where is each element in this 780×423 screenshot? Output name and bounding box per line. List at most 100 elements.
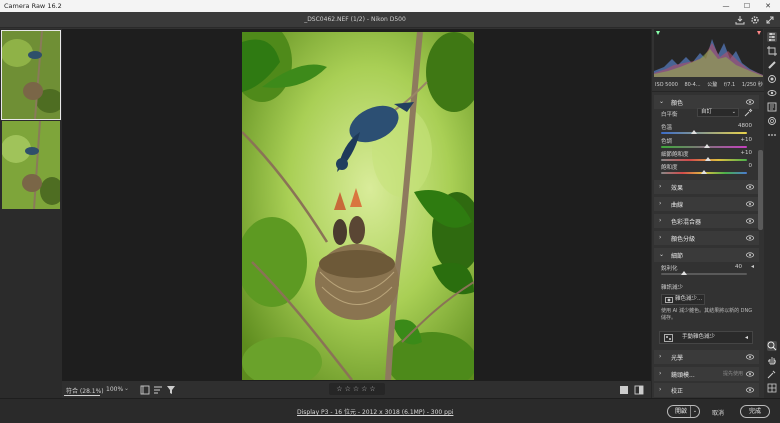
section-title: 光學 [671,355,684,362]
minimize-button[interactable]: — [716,0,736,12]
grid-overlay-icon[interactable] [767,383,777,393]
tint-knob[interactable] [703,144,710,148]
app-title: Camera Raw 16.2 [4,2,62,10]
maximize-button[interactable]: ☐ [737,0,757,12]
workflow-options-link[interactable]: Display P3 - 16 位元 - 2012 x 3018 (6.1MP)… [297,407,453,416]
fullscreen-icon[interactable] [765,15,775,25]
section-detail-header[interactable]: ⌄ 細節 [654,248,759,262]
section-color-grading-header[interactable]: › 顏色分級 [654,231,759,245]
eyedropper-icon[interactable] [744,108,753,117]
camera-exif: ISO 5000 80-4... 公釐 f/7.1 1/250 秒 [655,81,763,88]
temperature-value[interactable]: 4800 [738,123,752,129]
eye-icon[interactable] [746,235,754,241]
section-calibration-header[interactable]: › 校正 [654,383,759,397]
bottom-toolbar: 符合 (28.1%) 100% ⌄ ☆☆☆☆☆ [62,381,651,398]
panel-scrollbar[interactable] [758,150,763,230]
before-after-icon[interactable] [634,385,644,395]
vibrance-knob[interactable] [705,157,712,161]
document-header: _DSC0462.NEF (1/2) - Nikon D500 [0,12,780,28]
preview-photo[interactable] [242,32,474,380]
save-image-icon[interactable] [735,15,745,25]
open-options-dropdown[interactable]: ⌄ [690,406,699,417]
temperature-slider[interactable] [661,132,747,134]
filmstrip-thumbnail[interactable] [2,121,60,209]
section-title: 鏡頭模... [671,372,695,379]
exif-aperture: f/7.1 [723,82,736,88]
image-canvas[interactable] [62,29,651,381]
early-access-badge[interactable]: 提先使用 [723,370,743,377]
chevron-right-icon: › [659,353,662,360]
chevron-right-icon: › [659,200,662,207]
manual-nr-label: 手動雜色減少 [682,334,716,340]
single-view-icon[interactable] [619,385,629,395]
rating-stars[interactable]: ☆☆☆☆☆ [329,383,385,395]
eye-icon[interactable] [746,201,754,207]
section-curve-header[interactable]: › 曲線 [654,197,759,211]
close-window-button[interactable]: ✕ [758,0,778,12]
white-balance-select[interactable]: 自訂 ⌄ [697,108,739,117]
tint-value[interactable]: +10 [740,137,752,143]
section-lens-blur-header[interactable]: › 鏡頭模... 提先使用 [654,367,759,381]
section-color-mixer-header[interactable]: › 色彩混合器 [654,214,759,228]
sharpening-expand-icon[interactable]: ◂ [751,263,754,270]
white-balance-value: 自訂 [701,109,713,115]
temperature-knob[interactable] [690,130,697,134]
sharpening-slider[interactable] [661,273,747,275]
sort-icon[interactable] [153,385,163,395]
manual-noise-reduction-button[interactable]: 手動雜色減少 ◂ [659,331,753,344]
hand-icon[interactable] [767,355,777,365]
section-optics-header[interactable]: › 光學 [654,350,759,364]
section-title: 細節 [671,253,684,260]
eye-icon[interactable] [746,354,754,360]
vibrance-value[interactable]: +10 [740,150,752,156]
zoom-icon[interactable] [767,341,777,351]
snapshots-icon[interactable] [767,116,777,126]
window-titlebar: Camera Raw 16.2 — ☐ ✕ [0,0,780,12]
chevron-right-icon: › [659,386,662,393]
denoise-button[interactable]: 雜色減少... [661,294,705,305]
open-button[interactable]: 開啟 ⌄ [667,405,700,418]
zoom-fit-button[interactable]: 符合 (28.1%) [66,386,104,395]
eye-icon[interactable] [746,99,754,105]
denoise-description: 使用 AI 減少雜色。其結果將以新的 DNG 儲存。 [661,308,753,321]
more-icon[interactable] [767,130,777,140]
eye-icon[interactable] [746,218,754,224]
section-title: 校正 [671,388,684,395]
saturation-knob[interactable] [701,170,707,174]
filmstrip [0,29,62,398]
exif-iso: ISO 5000 [655,82,678,88]
section-title: 效果 [671,185,684,192]
edit-sliders-icon[interactable] [767,32,777,42]
histogram [654,29,763,77]
sharpening-label: 銳利化 [661,266,678,272]
eye-icon[interactable] [746,387,754,393]
eye-icon[interactable] [746,252,754,258]
zoom-dropdown[interactable]: ⌄ [124,385,129,392]
divider [652,91,765,92]
white-balance-label: 白平衡 [661,112,678,118]
color-sampler-icon[interactable] [767,369,777,379]
filmstrip-toggle-icon[interactable] [140,385,150,395]
chevron-down-icon: ⌄ [731,109,736,115]
sharpening-knob[interactable] [681,271,688,275]
sharpening-value[interactable]: 40 [735,264,742,270]
done-button[interactable]: 完成 [740,405,770,418]
red-eye-icon[interactable] [767,88,777,98]
cancel-button[interactable]: 取消 [712,408,724,417]
filmstrip-thumbnail[interactable] [1,30,61,120]
gear-icon[interactable] [750,15,760,25]
section-color-header[interactable]: ⌄ 顏色 [654,95,759,109]
exif-focal: 公釐 [707,82,718,88]
presets-icon[interactable] [767,102,777,112]
crop-icon[interactable] [767,46,777,56]
saturation-value[interactable]: 0 [749,163,753,169]
eye-icon[interactable] [746,184,754,190]
eye-icon[interactable] [746,371,754,377]
mask-icon[interactable] [767,74,777,84]
section-effects-header[interactable]: › 效果 [654,180,759,194]
zoom-100-button[interactable]: 100% [106,386,123,393]
healing-brush-icon[interactable] [767,60,777,70]
vibrance-slider[interactable] [661,159,747,161]
filter-icon[interactable] [166,385,176,395]
exif-shutter: 1/250 秒 [741,82,763,88]
